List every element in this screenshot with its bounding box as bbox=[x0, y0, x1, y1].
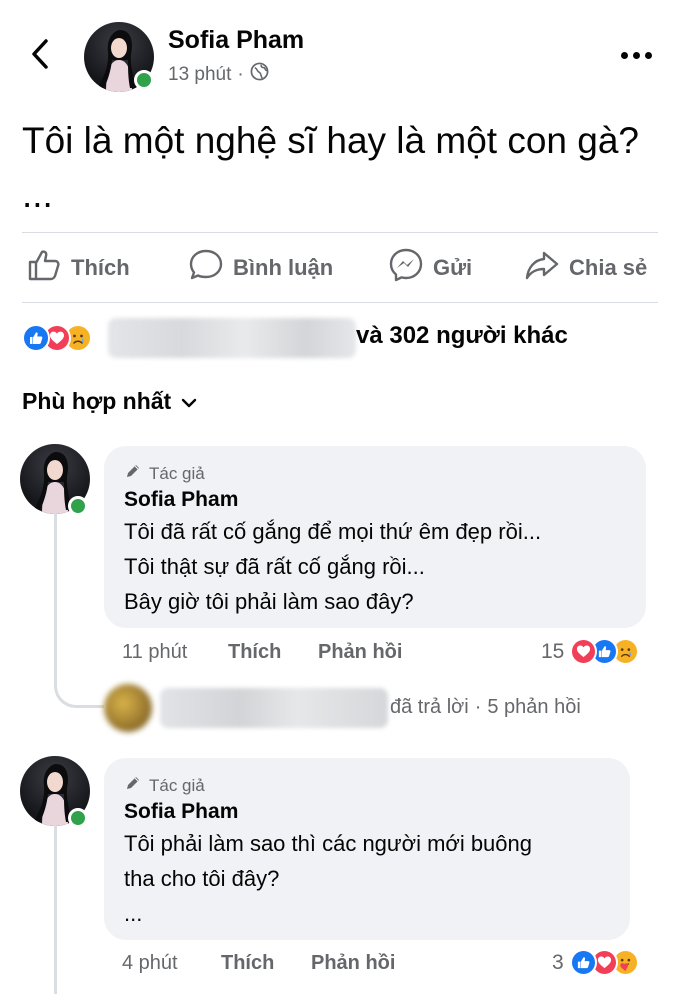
divider bbox=[22, 302, 658, 303]
like-label: Thích bbox=[71, 255, 130, 280]
share-arrow-icon bbox=[524, 247, 560, 289]
send-label: Gửi bbox=[433, 255, 473, 280]
comment-reply-button[interactable]: Phản hồi bbox=[311, 952, 395, 975]
thread-line bbox=[54, 826, 57, 994]
others-count[interactable]: và 302 người khác bbox=[356, 322, 568, 350]
reaction-count: 3 bbox=[552, 950, 564, 974]
comment-line: Tôi thật sự đã rất cố gắng rồi... bbox=[124, 554, 425, 579]
share-button[interactable]: Chia sẻ bbox=[524, 248, 647, 288]
replies-count: 5 phản hồi bbox=[487, 696, 581, 718]
pencil-icon bbox=[124, 774, 142, 797]
replier-avatar-blurred[interactable] bbox=[104, 684, 152, 732]
author-badge: Tác giả bbox=[124, 462, 205, 485]
online-status-dot bbox=[134, 70, 154, 90]
comment-reply-button[interactable]: Phản hồi bbox=[318, 641, 402, 664]
comment-like-button[interactable]: Thích bbox=[221, 952, 274, 975]
comment-line: Bây giờ tôi phải làm sao đây? bbox=[124, 589, 414, 614]
poster-name[interactable]: Sofia Pham bbox=[168, 26, 304, 55]
send-button[interactable]: Gửi bbox=[388, 248, 472, 288]
comment-line: tha cho tôi đây? bbox=[124, 866, 280, 891]
like-thumb-icon bbox=[26, 247, 62, 289]
like-reaction-icon bbox=[22, 324, 50, 352]
share-label: Chia sẻ bbox=[569, 255, 648, 280]
reaction-count: 15 bbox=[541, 639, 565, 663]
comment-bubble: Tác giả Sofia Pham Tôi đã rất cố gắng để… bbox=[104, 446, 646, 628]
comment-label: Bình luận bbox=[233, 255, 334, 280]
chevron-down-icon bbox=[181, 388, 197, 415]
online-status-dot bbox=[68, 808, 88, 828]
view-replies-link[interactable]: đã trả lời · 5 phản hồi bbox=[390, 696, 581, 719]
comment-line: Tôi phải làm sao thì các người mới buông bbox=[124, 831, 532, 856]
thread-line bbox=[54, 514, 57, 684]
comment-bubble-icon bbox=[188, 247, 224, 289]
comment-like-button[interactable]: Thích bbox=[228, 641, 281, 664]
like-reaction-icon bbox=[569, 949, 597, 976]
reactions-summary[interactable] bbox=[22, 320, 92, 356]
more-horizontal-icon bbox=[620, 51, 652, 59]
chevron-left-icon bbox=[30, 38, 50, 75]
author-badge-label: Tác giả bbox=[149, 463, 205, 483]
commenter-name[interactable]: Sofia Pham bbox=[124, 800, 238, 824]
replier-name-blurred bbox=[160, 688, 388, 728]
sort-label: Phù hợp nhất bbox=[22, 388, 172, 414]
messenger-icon bbox=[388, 247, 424, 289]
replies-separator: · bbox=[474, 696, 482, 718]
post-meta: 13 phút · bbox=[168, 62, 269, 87]
reactor-names-blurred bbox=[108, 318, 356, 358]
comment-time[interactable]: 11 phút bbox=[122, 641, 187, 664]
more-options-button[interactable] bbox=[612, 40, 660, 70]
globe-icon bbox=[250, 62, 269, 87]
comment-line: ... bbox=[124, 901, 143, 926]
comment-reactions[interactable]: 15 bbox=[541, 638, 640, 665]
comment-button[interactable]: Bình luận bbox=[188, 248, 333, 288]
replied-text: đã trả lời bbox=[390, 696, 469, 718]
online-status-dot bbox=[68, 496, 88, 516]
pencil-icon bbox=[124, 462, 142, 485]
comment-reactions[interactable]: 3 bbox=[552, 949, 639, 976]
commenter-name[interactable]: Sofia Pham bbox=[124, 488, 238, 512]
post-time[interactable]: 13 phút bbox=[168, 64, 231, 86]
meta-separator: · bbox=[237, 63, 244, 85]
like-button[interactable]: Thích bbox=[26, 248, 130, 288]
comment-time[interactable]: 4 phút bbox=[122, 952, 178, 975]
comment-line: Tôi đã rất cố gắng để mọi thứ êm đẹp rồi… bbox=[124, 519, 542, 544]
post-text: Tôi là một nghệ sĩ hay là một con gà? ..… bbox=[22, 120, 640, 215]
comment-bubble: Tác giả Sofia Pham Tôi phải làm sao thì … bbox=[104, 758, 630, 940]
love-reaction-icon bbox=[570, 638, 598, 665]
back-button[interactable] bbox=[22, 36, 58, 76]
author-badge: Tác giả bbox=[124, 774, 205, 797]
comment-sort-dropdown[interactable]: Phù hợp nhất bbox=[22, 388, 197, 415]
divider bbox=[22, 232, 658, 233]
author-badge-label: Tác giả bbox=[149, 775, 205, 795]
thread-curve bbox=[54, 660, 104, 708]
